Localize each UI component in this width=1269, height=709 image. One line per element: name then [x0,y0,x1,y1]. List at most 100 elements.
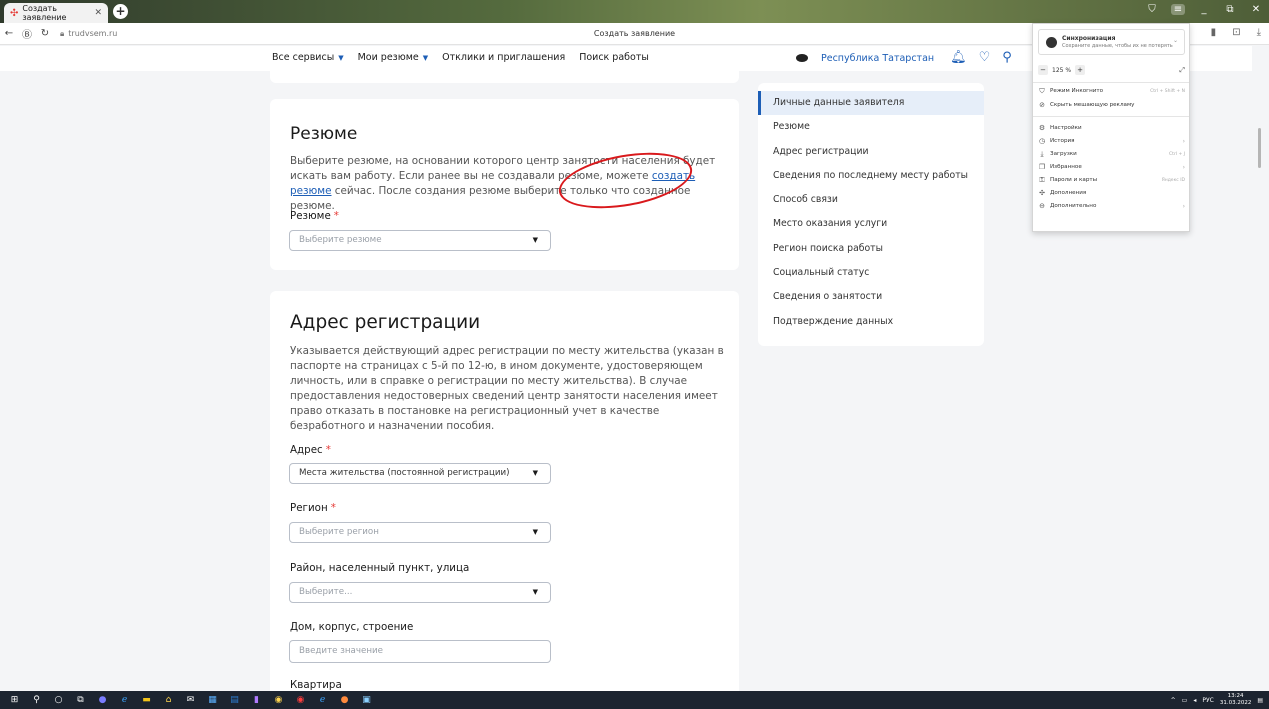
scrollbar-thumb[interactable] [1258,128,1261,168]
chevron-down-icon: ▼ [338,54,344,62]
menu-item-extensions[interactable]: ✣ Дополнения [1038,187,1185,199]
browser-tab[interactable]: ✣ Создать заявление ✕ [4,3,108,23]
zoom-out-button[interactable]: − [1038,65,1048,75]
ie-icon[interactable]: ℯ [315,694,330,706]
outlook-icon[interactable]: ▦ [205,694,220,706]
menu-item-hide-ads[interactable]: ⊘ Скрыть мешающую рекламу [1038,99,1185,111]
onenote-icon[interactable]: ▮ [249,694,264,706]
url-field[interactable]: 🔒︎ trudvsem.ru [60,29,117,39]
nav-all-services[interactable]: Все сервисы ▼ [272,52,344,63]
sidenav-item-address[interactable]: Адрес регистрации [758,140,984,164]
bookmark-icon: ❐ [1038,163,1046,171]
new-tab-button[interactable]: + [113,4,128,19]
sidenav-item-search-region[interactable]: Регион поиска работы [758,237,984,261]
windows-taskbar: ⊞ ⚲ ○ ⧉ ● ℯ ▬ ⌂ ✉ ▦ ▤ ▮ ◉ ◉ ℯ ● ▣ ^ ▭ ◂ … [0,691,1269,709]
apartment-field-label: Квартира [290,679,342,691]
menu-item-more[interactable]: ⊖ Дополнительно › [1038,200,1185,212]
menu-item-passwords[interactable]: ⚿ Пароли и карты Яндекс ID [1038,174,1185,186]
page-scrollbar[interactable] [1252,45,1269,691]
district-select[interactable]: Выберите... ▼ [289,582,551,603]
nav-job-search[interactable]: Поиск работы [579,52,649,63]
browser-menu-button[interactable]: ≡ [1171,4,1185,15]
accessibility-eye-icon[interactable] [796,54,808,62]
header-actions: Республика Татарстан 🔔︎ ♡ ⚲ [796,51,1024,65]
task-view-icon[interactable]: ⧉ [73,694,88,706]
search-icon[interactable]: ⚲ [29,694,44,706]
tray-chevron-icon[interactable]: ^ [1171,697,1176,704]
lock-icon: 🔒︎ [60,28,65,38]
browser-menu: Синхронизация Сохраните данные, чтобы их… [1032,23,1190,232]
edge-icon[interactable]: ℯ [117,694,132,706]
sidenav-item-employment[interactable]: Сведения о занятости [758,285,984,309]
sidenav-item-personal[interactable]: Личные данные заявителя [758,91,984,116]
cortana-icon[interactable]: ○ [51,694,66,706]
region-select[interactable]: Выберите регион ▼ [289,522,551,543]
menu-divider [1033,82,1189,83]
tab-close-icon[interactable]: ✕ [94,8,102,18]
sidenav-item-confirmation[interactable]: Подтверждение данных [758,310,984,334]
key-icon: ⚿ [1039,175,1045,184]
address-section: Адрес регистрации Указывается действующи… [270,291,739,691]
menu-item-settings[interactable]: ⚙ Настройки [1038,122,1185,134]
resume-section: Резюме Выберите резюме, на основании кот… [270,99,739,270]
mail-icon[interactable]: ✉ [183,694,198,706]
district-field-label: Район, населенный пункт, улица [290,562,470,574]
house-field-label: Дом, корпус, строение [290,621,414,633]
menu-item-incognito[interactable]: ⛉ Режим Инкогнито Ctrl + Shift + N [1038,85,1185,97]
menu-item-downloads[interactable]: ⤓ Загрузки Ctrl + J [1038,148,1185,160]
sidenav-item-last-job[interactable]: Сведения по последнему месту работы [758,164,984,188]
sidenav-item-service-place[interactable]: Место оказания услуги [758,212,984,236]
explorer-icon[interactable]: ▬ [139,694,154,706]
address-title: Адрес регистрации [290,312,481,333]
word-icon[interactable]: ▤ [227,694,242,706]
bookmark-icon[interactable]: ▮ [1211,27,1217,38]
network-icon[interactable]: ▭ [1182,697,1188,704]
address-type-select[interactable]: Места жительства (постоянной регистрации… [289,463,551,484]
nav-responses[interactable]: Отклики и приглашения [442,52,565,63]
store-icon[interactable]: ⌂ [161,694,176,706]
back-icon[interactable]: ← [0,28,18,39]
menu-item-favorites[interactable]: ❐ Избранное › [1038,161,1185,173]
reload-icon[interactable]: ↻ [36,28,54,39]
sync-title: Синхронизация [1062,35,1116,42]
resume-description: Выберите резюме, на основании которого ц… [290,155,716,212]
house-input[interactable]: Введите значение [289,640,551,663]
firefox-icon[interactable]: ● [337,694,352,706]
zoom-row: − 125 % + ⤢ [1038,63,1185,77]
app-window-icon[interactable]: ▣ [359,694,374,706]
input-language[interactable]: РУС [1202,697,1213,704]
protect-icon[interactable]: ⛉ [1145,4,1159,15]
minimize-button[interactable]: _ [1197,4,1211,15]
reading-icon[interactable]: ⊡ [1232,27,1240,38]
chevron-down-icon: ▼ [532,236,538,244]
restore-button[interactable]: ⧉ [1223,4,1237,15]
menu-item-history[interactable]: ◷ История › [1038,135,1185,147]
region-selector[interactable]: Республика Татарстан [821,53,934,64]
sidenav-item-social-status[interactable]: Социальный статус [758,261,984,285]
zoom-in-button[interactable]: + [1075,65,1086,75]
browser-tab-bar: ✣ Создать заявление ✕ + ⛉ ≡ _ ⧉ ✕ [0,0,1269,23]
download-icon[interactable]: ⤓ [1257,27,1261,38]
notification-icon[interactable]: ▤ [1257,697,1263,704]
heart-icon[interactable]: ♡ [979,51,991,65]
address-field-label: Адрес * [290,444,331,456]
sync-button[interactable]: Синхронизация Сохраните данные, чтобы их… [1038,29,1185,55]
app-icon[interactable]: ● [95,694,110,706]
bell-icon[interactable]: 🔔︎ [950,51,967,65]
nav-my-resumes[interactable]: Мои резюме ▼ [358,52,429,63]
volume-icon[interactable]: ◂ [1193,697,1196,704]
menu-divider [1033,116,1189,117]
resume-select[interactable]: Выберите резюме ▼ [289,230,551,251]
chevron-down-icon: ⌄ [1172,37,1178,44]
download-icon: ⤓ [1040,149,1044,158]
yandex-icon[interactable]: ◉ [293,694,308,706]
windows-start-icon[interactable]: ⊞ [7,694,22,706]
yandex-icon[interactable]: Ⓑ [18,26,36,41]
clock[interactable]: 13:24 31.03.2022 [1220,693,1252,707]
fullscreen-icon[interactable]: ⤢ [1179,66,1185,75]
user-icon[interactable]: ⚲ [1002,51,1012,65]
sidenav-item-resume[interactable]: Резюме [758,115,984,139]
close-window-button[interactable]: ✕ [1249,4,1263,15]
sidenav-item-contact[interactable]: Способ связи [758,188,984,212]
browser-app-icon[interactable]: ◉ [271,694,286,706]
